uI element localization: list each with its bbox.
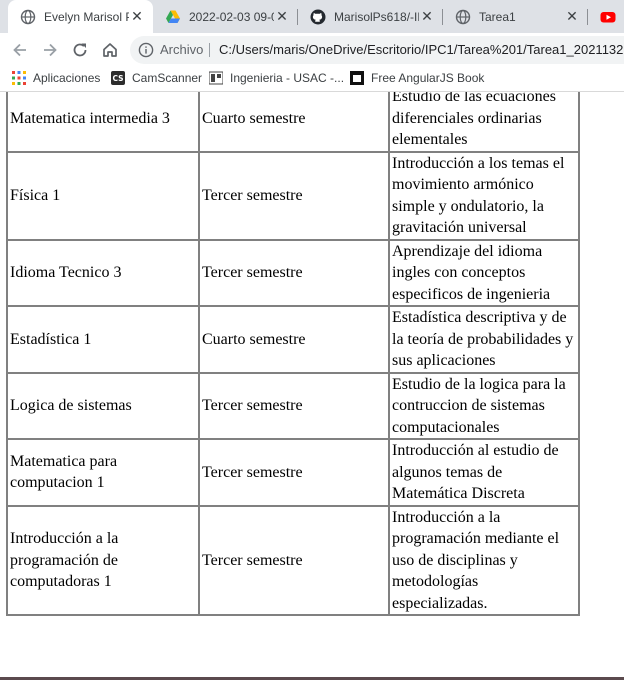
- reload-button[interactable]: [69, 39, 91, 61]
- table-row: Idioma Tecnico 3 Tercer semestre Aprendi…: [7, 239, 579, 306]
- arrow-right-icon: [44, 43, 57, 57]
- page-content: Matematica intermedia 3 Cuarto semestre …: [0, 92, 624, 680]
- course-description-cell: Estudio de la logica para la contruccion…: [389, 372, 579, 439]
- globe-icon: [20, 9, 36, 25]
- course-description-cell: Aprendizaje del idioma ingles con concep…: [389, 239, 579, 306]
- url-text[interactable]: C:/Users/maris/OneDrive/Escritorio/IPC1/…: [219, 42, 624, 57]
- course-name-cell: Introducción a la programación de comput…: [7, 505, 199, 615]
- home-icon: [103, 43, 117, 57]
- close-tab-icon[interactable]: ✕: [274, 8, 290, 25]
- table-row: Estadística 1 Cuarto semestre Estadístic…: [7, 306, 579, 373]
- google-drive-icon: [165, 9, 181, 25]
- tab-title: Tarea1: [479, 9, 516, 24]
- course-semester-cell: Tercer semestre: [199, 372, 389, 439]
- course-description-cell: Introducción al estudio de algunos temas…: [389, 439, 579, 506]
- tab-tarea1[interactable]: Tarea1 ✕: [443, 0, 588, 33]
- bookmark-label: CamScanner: [132, 71, 203, 85]
- tab-title: 2022-02-03 09-02: [189, 9, 274, 24]
- github-icon: [310, 9, 326, 25]
- course-semester-cell: Cuarto semestre: [199, 306, 389, 373]
- bookmark-ingenieria-usac[interactable]: Ingenieria - USAC -...: [209, 69, 344, 87]
- address-bar[interactable]: Archivo C:/Users/maris/OneDrive/Escritor…: [130, 36, 624, 64]
- close-tab-icon[interactable]: ✕: [564, 8, 580, 25]
- bookmarks-bar: Aplicaciones CS CamScanner Ingenieria - …: [0, 65, 624, 92]
- arrow-left-icon: [13, 43, 26, 57]
- course-semester-cell: Tercer semestre: [199, 239, 389, 306]
- bookmark-apps[interactable]: Aplicaciones: [12, 69, 100, 87]
- courses-table: Matematica intermedia 3 Cuarto semestre …: [6, 92, 580, 616]
- course-description-cell: Introducción a los temas el movimiento a…: [389, 151, 579, 240]
- bookmark-label: Free AngularJS Book: [371, 71, 485, 85]
- bookmark-camscanner[interactable]: CS CamScanner: [111, 69, 202, 87]
- camscanner-icon: CS: [111, 71, 125, 85]
- course-semester-cell: Tercer semestre: [199, 505, 389, 615]
- course-name-cell: Matematica intermedia 3: [7, 92, 199, 152]
- course-description-cell: Estudio de las ecuaciones diferenciales …: [389, 92, 579, 152]
- table-row: Matematica para computacion 1 Tercer sem…: [7, 439, 579, 506]
- usac-icon: [209, 71, 223, 85]
- tab-strip: Evelyn Marisol Pu ✕ 2022-02-03 09-02 ✕ M…: [0, 0, 624, 33]
- tab-drive-recording[interactable]: 2022-02-03 09-02 ✕: [153, 0, 298, 33]
- course-name-cell: Logica de sistemas: [7, 372, 199, 439]
- table-row: Introducción a la programación de comput…: [7, 505, 579, 615]
- apps-grid-icon: [12, 71, 26, 85]
- address-divider: [209, 43, 210, 57]
- reload-icon: [73, 43, 87, 57]
- course-name-cell: Estadística 1: [7, 306, 199, 373]
- course-semester-cell: Tercer semestre: [199, 439, 389, 506]
- course-name-cell: Idioma Tecnico 3: [7, 239, 199, 306]
- table-row: Física 1 Tercer semestre Introducción a …: [7, 151, 579, 240]
- course-description-cell: Introducción a la programación mediante …: [389, 505, 579, 615]
- info-icon[interactable]: [138, 42, 154, 58]
- course-semester-cell: Cuarto semestre: [199, 92, 389, 152]
- tab-evelyn-marisol[interactable]: Evelyn Marisol Pu ✕: [8, 0, 153, 33]
- course-description-cell: Estadística descriptiva y de la teoría d…: [389, 306, 579, 373]
- table-row: Logica de sistemas Tercer semestre Estud…: [7, 372, 579, 439]
- course-semester-cell: Tercer semestre: [199, 151, 389, 240]
- forward-button[interactable]: [39, 39, 61, 61]
- url-scheme-label: Archivo: [160, 42, 204, 57]
- course-name-cell: Física 1: [7, 151, 199, 240]
- course-name-cell: Matematica para computacion 1: [7, 439, 199, 506]
- tab-title: Evelyn Marisol Pu: [44, 9, 129, 24]
- bookmark-label: Aplicaciones: [33, 71, 101, 85]
- home-button[interactable]: [99, 39, 121, 61]
- tab-github-repo[interactable]: MarisolPs618/-IPC ✕: [298, 0, 443, 33]
- close-tab-icon[interactable]: ✕: [419, 8, 435, 25]
- svg-text:CS: CS: [112, 74, 123, 83]
- close-tab-icon[interactable]: ✕: [129, 8, 145, 25]
- book-icon: [350, 71, 364, 85]
- tab-youtube[interactable]: C: [588, 0, 624, 33]
- browser-toolbar: Archivo C:/Users/maris/OneDrive/Escritor…: [0, 33, 624, 65]
- tab-title: MarisolPs618/-IPC: [334, 9, 419, 24]
- bookmark-label: Ingenieria - USAC -...: [230, 71, 345, 85]
- back-button[interactable]: [9, 39, 31, 61]
- bookmark-angularjs-book[interactable]: Free AngularJS Book: [350, 69, 484, 87]
- globe-icon: [455, 9, 471, 25]
- youtube-icon: [600, 9, 616, 25]
- table-row: Matematica intermedia 3 Cuarto semestre …: [7, 92, 579, 152]
